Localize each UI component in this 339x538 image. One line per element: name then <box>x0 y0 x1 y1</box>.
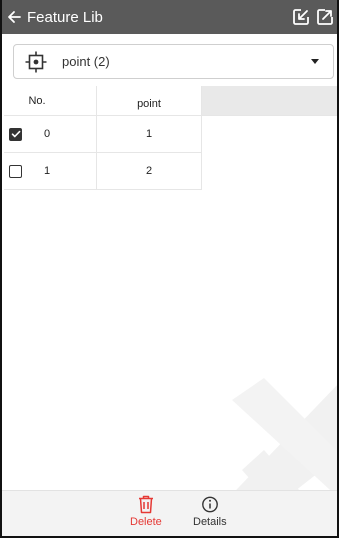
feature-type-select[interactable]: point (2) <box>13 44 334 79</box>
table-row[interactable]: 1 2 <box>4 153 337 190</box>
column-header-no: No. <box>4 86 97 116</box>
app-frame: Feature Lib point (2) No. point 0 1 1 2 … <box>0 0 339 538</box>
table-header-row: No. point <box>4 86 337 116</box>
details-button[interactable]: Details <box>193 495 227 528</box>
bottom-action-bar: Delete Details <box>2 490 337 536</box>
back-arrow-icon[interactable] <box>4 0 24 34</box>
select-value: point (2) <box>62 54 110 69</box>
page-title: Feature Lib <box>27 8 103 26</box>
trash-icon <box>138 495 153 514</box>
row-checkbox[interactable] <box>9 127 22 141</box>
row-checkbox[interactable] <box>9 164 22 178</box>
title-bar: Feature Lib <box>2 0 337 34</box>
delete-label: Delete <box>130 516 162 528</box>
table-row[interactable]: 0 1 <box>4 116 337 153</box>
row-no: 0 <box>44 128 51 140</box>
import-icon[interactable] <box>289 0 313 34</box>
crosshair-point-icon <box>25 51 47 73</box>
table-header-filler <box>202 86 337 116</box>
export-icon[interactable] <box>313 0 337 34</box>
column-header-point: point <box>97 86 202 116</box>
row-point: 2 <box>97 153 202 190</box>
feature-table: No. point 0 1 1 2 <box>4 86 337 190</box>
watermark-logo <box>191 378 337 536</box>
info-icon <box>201 496 218 513</box>
delete-button[interactable]: Delete <box>130 495 162 528</box>
row-no-cell: 1 <box>4 153 97 190</box>
row-point: 1 <box>97 116 202 153</box>
chevron-down-icon <box>311 59 319 64</box>
details-label: Details <box>193 516 227 528</box>
row-no-cell: 0 <box>4 116 97 153</box>
row-no: 1 <box>44 165 51 177</box>
